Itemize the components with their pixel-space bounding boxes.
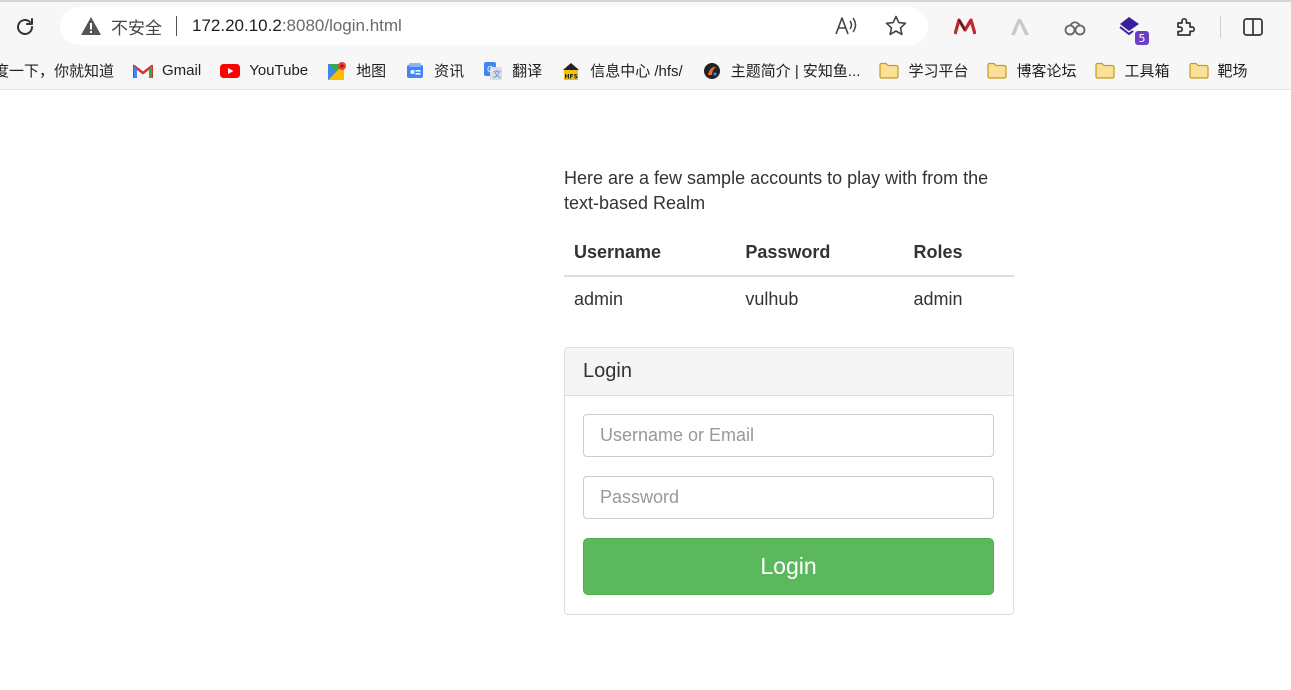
bookmark-label: 翻译 bbox=[512, 63, 543, 80]
username-input[interactable] bbox=[583, 414, 994, 457]
bookmark-folder-study[interactable]: 学习平台 bbox=[879, 56, 968, 86]
folder-icon bbox=[1188, 61, 1209, 81]
url-host[interactable]: 172.20.10.2 bbox=[192, 16, 282, 36]
bookmark-label: Gmail bbox=[162, 62, 202, 79]
anzhiyu-icon bbox=[702, 61, 722, 81]
youtube-icon bbox=[220, 61, 241, 81]
bookmark-label: 靶场 bbox=[1217, 63, 1248, 80]
security-label[interactable]: 不安全 bbox=[111, 14, 162, 39]
browser-toolbar: 不安全 172.20.10.2:8080/login.html 5 bbox=[0, 0, 1291, 52]
extension-icons: 5 bbox=[945, 7, 1288, 47]
login-form: Login bbox=[565, 396, 1013, 614]
address-divider bbox=[176, 16, 177, 36]
browser-window: 不安全 172.20.10.2:8080/login.html 5 度一下，你… bbox=[0, 0, 1291, 690]
bookmark-label: 主题简介 | 安知鱼... bbox=[730, 63, 861, 80]
intro-text: Here are a few sample accounts to play w… bbox=[564, 168, 989, 213]
bookmark-maps[interactable]: 地图 bbox=[327, 56, 386, 86]
bookmark-baidu[interactable]: 度一下，你就知道 bbox=[0, 56, 114, 86]
login-container: Here are a few sample accounts to play w… bbox=[564, 166, 1014, 615]
svg-text:HFS: HFS bbox=[565, 73, 578, 80]
bookmark-gmail[interactable]: Gmail bbox=[133, 56, 201, 86]
url-path[interactable]: :8080/login.html bbox=[282, 16, 402, 36]
login-button[interactable]: Login bbox=[583, 538, 994, 595]
hfs-icon: HFS bbox=[561, 61, 581, 81]
column-header: Roles bbox=[903, 237, 1014, 277]
extension-badge: 5 bbox=[1135, 31, 1149, 45]
bookmark-translate[interactable]: G 文 翻译 bbox=[483, 56, 542, 86]
gmail-icon bbox=[133, 61, 154, 81]
extension-purple-icon[interactable]: 5 bbox=[1110, 7, 1150, 47]
address-actions bbox=[828, 7, 914, 45]
table-header-row: Username Password Roles bbox=[564, 237, 1014, 277]
bookmark-anzhiyu[interactable]: 主题简介 | 安知鱼... bbox=[702, 56, 861, 86]
bookmark-youtube[interactable]: YouTube bbox=[220, 56, 308, 86]
password-input[interactable] bbox=[583, 476, 994, 519]
translate-icon: G 文 bbox=[483, 61, 503, 81]
toolbar-separator bbox=[1220, 16, 1221, 38]
extension-m-icon[interactable] bbox=[945, 7, 985, 47]
puzzle-icon[interactable] bbox=[1165, 7, 1205, 47]
bookmark-label: 资讯 bbox=[434, 63, 465, 80]
folder-icon bbox=[1095, 61, 1116, 81]
sample-accounts-table: Username Password Roles admin vulhub adm… bbox=[564, 237, 1014, 320]
reload-icon bbox=[17, 18, 33, 35]
table-cell-username: admin bbox=[574, 289, 624, 309]
table-cell-roles: admin bbox=[913, 289, 963, 309]
reload-button[interactable] bbox=[10, 12, 40, 42]
folder-icon bbox=[987, 61, 1008, 81]
bookmark-label: 工具箱 bbox=[1124, 63, 1170, 80]
bookmark-hfs[interactable]: HFS 信息中心 /hfs/ bbox=[561, 56, 683, 86]
folder-icon bbox=[879, 61, 900, 81]
column-header: Password bbox=[735, 237, 904, 277]
news-icon bbox=[405, 61, 425, 81]
split-screen-icon[interactable] bbox=[1233, 7, 1273, 47]
bookmarks-bar: 度一下，你就知道 Gmail YouTube 地图 资讯 G 文 翻译 HFS … bbox=[0, 52, 1291, 90]
bookmark-label: 地图 bbox=[356, 63, 387, 80]
page-viewport: Here are a few sample accounts to play w… bbox=[0, 90, 1291, 690]
table-row: admin vulhub admin bbox=[564, 276, 1014, 320]
extension-a-icon[interactable] bbox=[1000, 7, 1040, 47]
login-panel: Login Login bbox=[564, 347, 1014, 615]
bookmark-label: 博客论坛 bbox=[1016, 63, 1077, 80]
bookmark-label: 学习平台 bbox=[908, 63, 969, 80]
bookmark-folder-tools[interactable]: 工具箱 bbox=[1095, 56, 1170, 86]
bookmark-folder-range[interactable]: 靶场 bbox=[1188, 56, 1248, 86]
bookmark-folder-blog[interactable]: 博客论坛 bbox=[987, 56, 1076, 86]
bookmark-label: 信息中心 /hfs/ bbox=[590, 63, 683, 80]
address-bar[interactable]: 不安全 172.20.10.2:8080/login.html bbox=[60, 7, 928, 45]
bookmark-label: 度一下，你就知道 bbox=[0, 63, 115, 80]
star-icon[interactable] bbox=[878, 8, 914, 44]
table-cell-password: vulhub bbox=[745, 289, 799, 309]
maps-icon bbox=[327, 61, 347, 81]
bookmark-news[interactable]: 资讯 bbox=[405, 56, 464, 86]
login-panel-title: Login bbox=[565, 348, 1013, 396]
extension-link-icon[interactable] bbox=[1055, 7, 1095, 47]
column-header: Username bbox=[564, 237, 736, 277]
read-aloud-icon[interactable] bbox=[828, 8, 864, 44]
svg-text:文: 文 bbox=[493, 69, 501, 79]
bookmark-label: YouTube bbox=[249, 62, 309, 79]
warning-icon[interactable] bbox=[80, 16, 102, 36]
